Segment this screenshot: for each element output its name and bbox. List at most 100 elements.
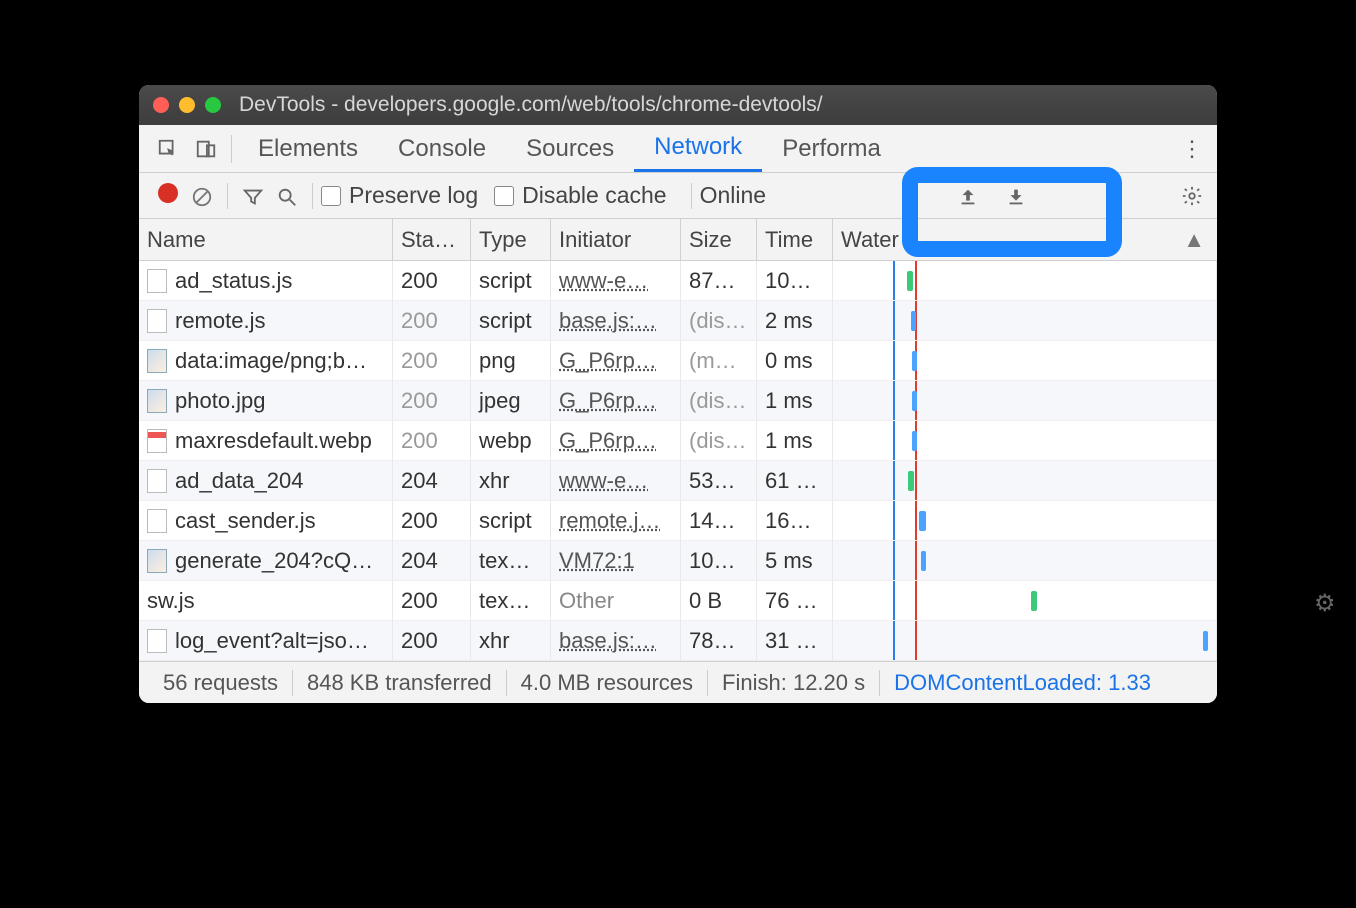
table-row[interactable]: ad_data_204204xhrwww-e…53…61 …: [139, 461, 1217, 501]
header-size[interactable]: Size: [681, 219, 757, 260]
disable-cache-checkbox[interactable]: [494, 186, 514, 206]
cell-initiator[interactable]: VM72:1: [551, 541, 681, 580]
cell-type: webp: [471, 421, 551, 460]
file-name: data:image/png;b…: [175, 348, 367, 374]
header-type[interactable]: Type: [471, 219, 551, 260]
cell-initiator[interactable]: base.js:…: [551, 301, 681, 340]
table-row[interactable]: cast_sender.js200scriptremote.j…14…16…: [139, 501, 1217, 541]
cell-name[interactable]: remote.js: [139, 301, 393, 340]
script-file-icon: [147, 269, 167, 293]
status-dcl: DOMContentLoaded: 1.33: [880, 670, 1165, 696]
inspect-element-icon[interactable]: [149, 135, 187, 163]
cell-name[interactable]: generate_204?cQ…: [139, 541, 393, 580]
network-table: ad_status.js200scriptwww-e…87…10…remote.…: [139, 261, 1217, 661]
preserve-log-checkbox[interactable]: [321, 186, 341, 206]
cell-waterfall: [833, 621, 1217, 660]
panel-tabs: ElementsConsoleSourcesNetworkPerforma ⋮: [139, 125, 1217, 173]
cell-initiator[interactable]: Other: [551, 581, 681, 620]
header-waterfall[interactable]: Water ▲: [833, 219, 1217, 260]
cell-type: script: [471, 301, 551, 340]
cell-size: (dis…: [681, 381, 757, 420]
cell-waterfall: [833, 461, 1217, 500]
throttling-select[interactable]: Online: [700, 182, 766, 209]
file-name: sw.js: [147, 588, 195, 614]
window-minimize-button[interactable]: [179, 97, 195, 113]
file-name: maxresdefault.webp: [175, 428, 372, 454]
cell-status: 204: [393, 461, 471, 500]
header-status[interactable]: Sta…: [393, 219, 471, 260]
table-row[interactable]: photo.jpg200jpegG_P6rp…(dis…1 ms: [139, 381, 1217, 421]
more-menu-icon[interactable]: ⋮: [1181, 136, 1203, 162]
cell-initiator[interactable]: www-e…: [551, 461, 681, 500]
tab-performa[interactable]: Performa: [762, 125, 901, 172]
cell-waterfall: [833, 581, 1217, 620]
file-name: ad_data_204: [175, 468, 303, 494]
header-time[interactable]: Time: [757, 219, 833, 260]
table-row[interactable]: remote.js200scriptbase.js:…(dis…2 ms: [139, 301, 1217, 341]
cell-name[interactable]: ad_status.js: [139, 261, 393, 300]
cell-name[interactable]: data:image/png;b…: [139, 341, 393, 380]
sort-arrow-icon: ▲: [1183, 227, 1205, 253]
status-finish: Finish: 12.20 s: [708, 670, 880, 696]
cell-waterfall: [833, 501, 1217, 540]
table-row[interactable]: maxresdefault.webp200webpG_P6rp…(dis…1 m…: [139, 421, 1217, 461]
window-maximize-button[interactable]: [205, 97, 221, 113]
cell-size: 0 B: [681, 581, 757, 620]
cell-size: 78…: [681, 621, 757, 660]
table-row[interactable]: log_event?alt=jso…200xhrbase.js:…78…31 …: [139, 621, 1217, 661]
window-title: DevTools - developers.google.com/web/too…: [239, 93, 823, 117]
cell-time: 31 …: [757, 621, 833, 660]
cell-type: script: [471, 261, 551, 300]
settings-gear-icon[interactable]: [1181, 182, 1203, 210]
cell-waterfall: [833, 261, 1217, 300]
cell-initiator[interactable]: www-e…: [551, 261, 681, 300]
cell-size: 10…: [681, 541, 757, 580]
cell-initiator[interactable]: base.js:…: [551, 621, 681, 660]
upload-har-icon[interactable]: [957, 182, 979, 209]
cell-waterfall: [833, 421, 1217, 460]
status-resources: 4.0 MB resources: [507, 670, 708, 696]
tab-console[interactable]: Console: [378, 125, 506, 172]
cell-status: 200: [393, 341, 471, 380]
cell-waterfall: [833, 341, 1217, 380]
cell-size: 14…: [681, 501, 757, 540]
table-row[interactable]: ad_status.js200scriptwww-e…87…10…: [139, 261, 1217, 301]
webp-file-icon: [147, 429, 167, 453]
search-icon[interactable]: [270, 182, 304, 209]
cell-size: 53…: [681, 461, 757, 500]
cell-status: 200: [393, 301, 471, 340]
table-row[interactable]: generate_204?cQ…204tex…VM72:110…5 ms: [139, 541, 1217, 581]
tab-elements[interactable]: Elements: [238, 125, 378, 172]
cell-name[interactable]: photo.jpg: [139, 381, 393, 420]
filter-icon[interactable]: [236, 182, 270, 209]
cell-name[interactable]: ⚙sw.js: [139, 581, 393, 620]
clear-button[interactable]: [185, 182, 219, 209]
download-har-icon[interactable]: [1005, 182, 1027, 209]
table-row[interactable]: data:image/png;b…200pngG_P6rp…(m…0 ms: [139, 341, 1217, 381]
cell-initiator[interactable]: remote.j…: [551, 501, 681, 540]
cell-name[interactable]: ad_data_204: [139, 461, 393, 500]
cell-initiator[interactable]: G_P6rp…: [551, 421, 681, 460]
cell-name[interactable]: cast_sender.js: [139, 501, 393, 540]
table-row[interactable]: ⚙sw.js200tex…Other0 B76 …: [139, 581, 1217, 621]
cell-time: 1 ms: [757, 381, 833, 420]
cell-initiator[interactable]: G_P6rp…: [551, 381, 681, 420]
header-name[interactable]: Name: [139, 219, 393, 260]
cell-initiator[interactable]: G_P6rp…: [551, 341, 681, 380]
device-toolbar-icon[interactable]: [187, 135, 225, 163]
cell-type: xhr: [471, 621, 551, 660]
header-initiator[interactable]: Initiator: [551, 219, 681, 260]
tab-sources[interactable]: Sources: [506, 125, 634, 172]
cell-name[interactable]: maxresdefault.webp: [139, 421, 393, 460]
tab-network[interactable]: Network: [634, 125, 762, 172]
cell-status: 200: [393, 581, 471, 620]
cell-time: 1 ms: [757, 421, 833, 460]
record-button[interactable]: [151, 182, 185, 209]
cell-type: tex…: [471, 541, 551, 580]
status-transferred: 848 KB transferred: [293, 670, 507, 696]
window-close-button[interactable]: [153, 97, 169, 113]
cell-name[interactable]: log_event?alt=jso…: [139, 621, 393, 660]
cell-time: 0 ms: [757, 341, 833, 380]
network-toolbar: Preserve log Disable cache Online: [139, 173, 1217, 219]
status-requests: 56 requests: [149, 670, 293, 696]
